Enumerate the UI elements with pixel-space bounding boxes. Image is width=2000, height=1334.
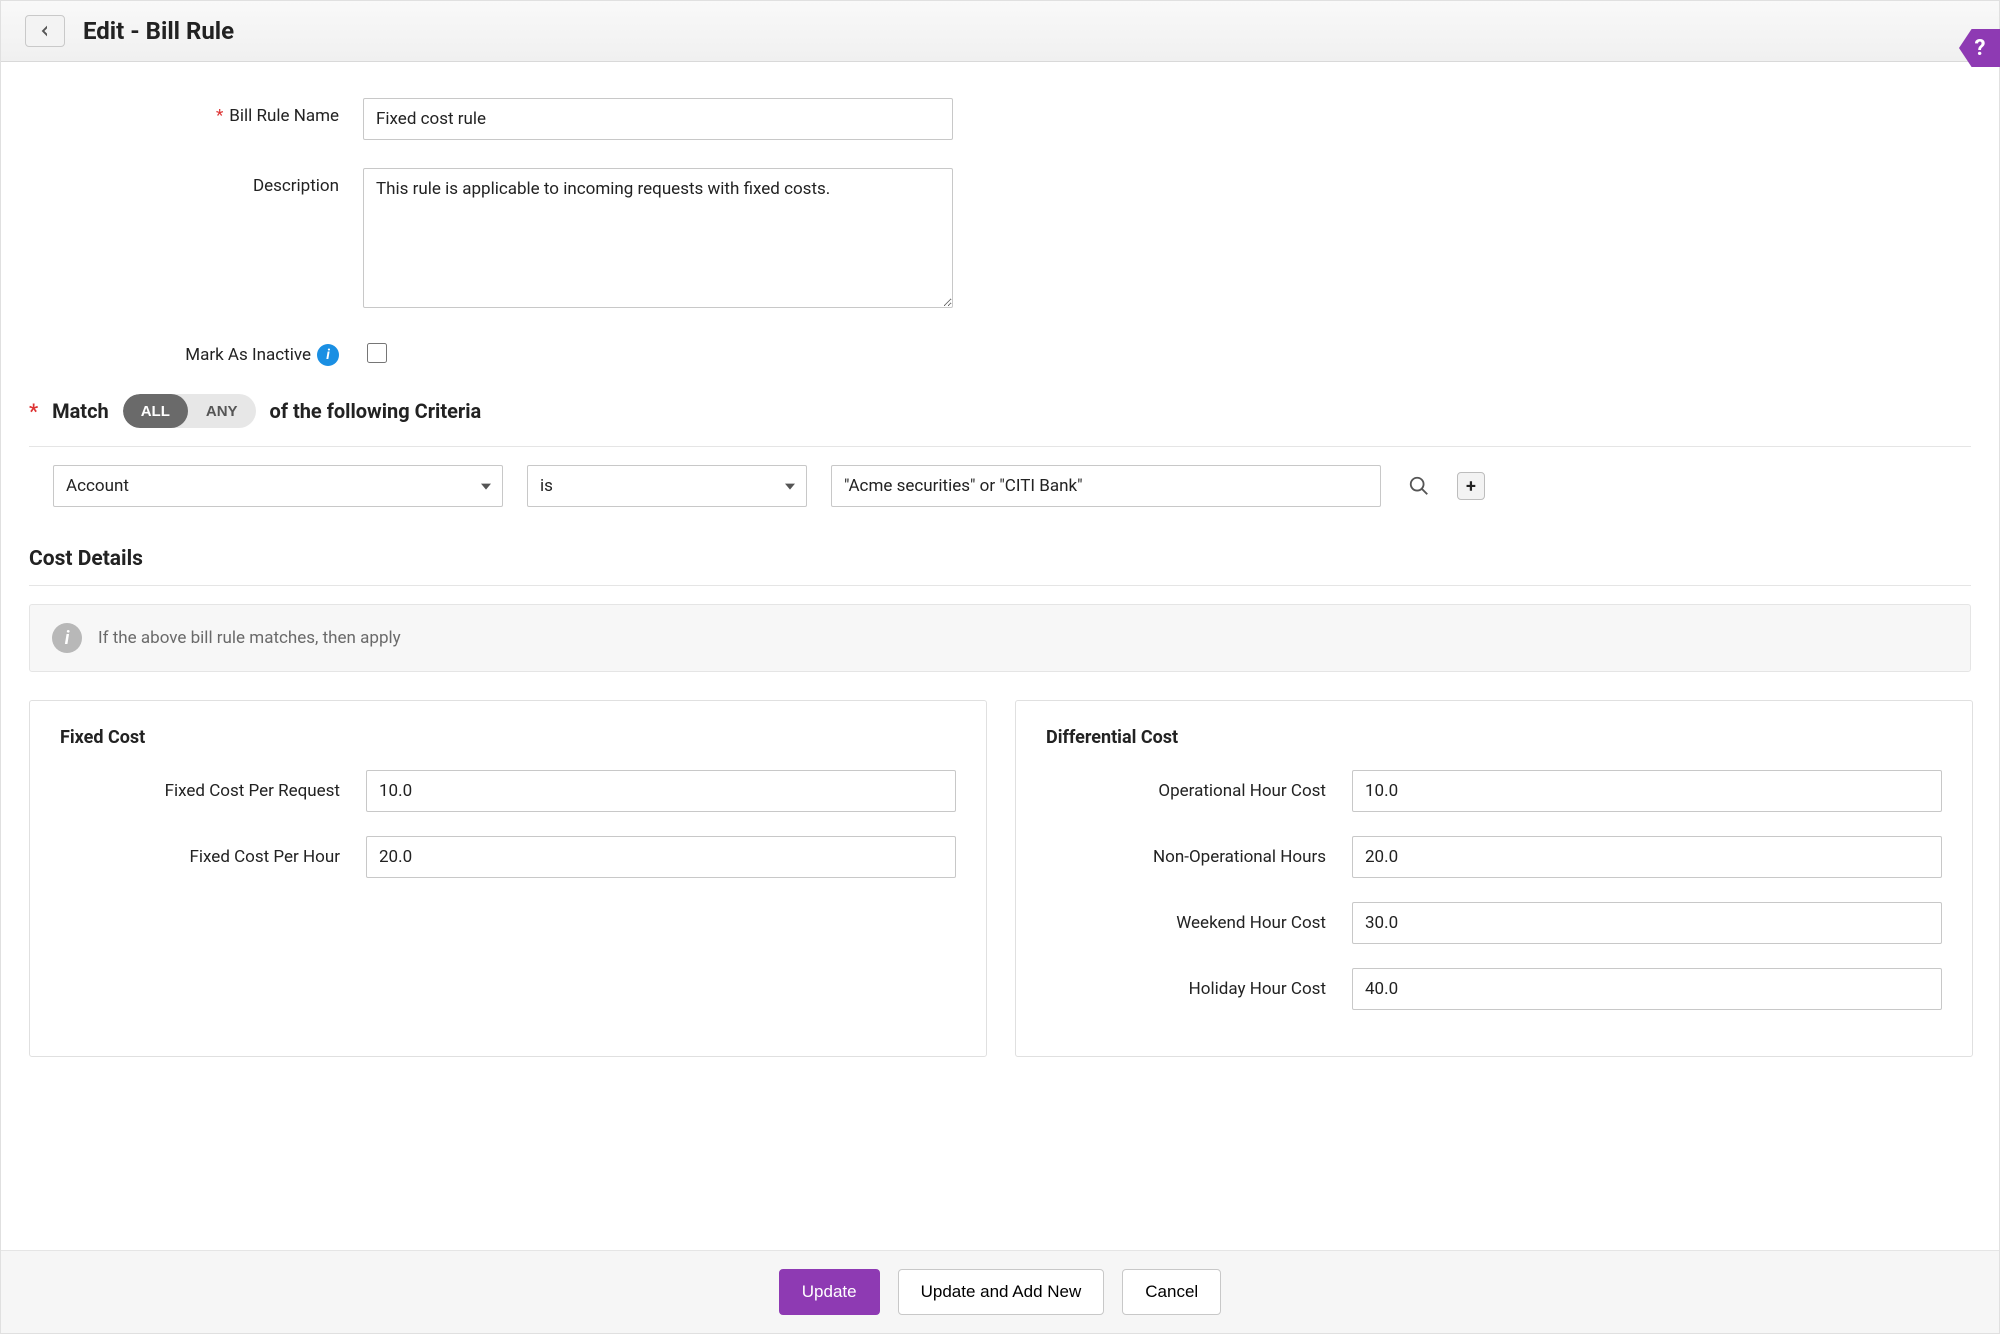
match-mode-toggle: ALL ANY — [123, 394, 256, 428]
differential-cost-title: Differential Cost — [1046, 727, 1942, 748]
cancel-button[interactable]: Cancel — [1122, 1269, 1221, 1315]
cost-details-title: Cost Details — [29, 547, 1971, 571]
match-all-button[interactable]: ALL — [123, 394, 188, 428]
description-textarea[interactable]: This rule is applicable to incoming requ… — [363, 168, 953, 308]
fixed-cost-title: Fixed Cost — [60, 727, 956, 748]
fixed-per-hour-input[interactable] — [366, 836, 956, 878]
name-input[interactable] — [363, 98, 953, 140]
nonop-hour-input[interactable] — [1352, 836, 1942, 878]
inactive-checkbox[interactable] — [367, 343, 387, 363]
divider — [29, 446, 1971, 447]
criteria-operator-select[interactable]: is — [527, 465, 807, 507]
divider — [29, 585, 1971, 586]
back-button[interactable] — [25, 15, 65, 47]
criteria-add-button[interactable]: + — [1457, 472, 1485, 500]
description-label: Description — [99, 168, 339, 196]
fixed-cost-box: Fixed Cost Fixed Cost Per Request Fixed … — [29, 700, 987, 1057]
weekend-hour-input[interactable] — [1352, 902, 1942, 944]
differential-cost-box: Differential Cost Operational Hour Cost … — [1015, 700, 1973, 1057]
info-icon: i — [52, 623, 82, 653]
plus-icon: + — [1466, 476, 1476, 497]
update-button[interactable]: Update — [779, 1269, 880, 1315]
search-icon — [1408, 475, 1430, 497]
help-icon: ? — [1975, 36, 1986, 61]
criteria-search-button[interactable] — [1405, 472, 1433, 500]
weekend-hour-label: Weekend Hour Cost — [1046, 913, 1326, 933]
holiday-hour-label: Holiday Hour Cost — [1046, 979, 1326, 999]
inactive-label: Mark As Inactive i — [99, 336, 339, 366]
fixed-per-request-label: Fixed Cost Per Request — [60, 781, 340, 801]
name-label: * Bill Rule Name — [99, 98, 339, 126]
nonop-hour-label: Non-Operational Hours — [1046, 847, 1326, 867]
criteria-row: Account is + — [29, 465, 1971, 507]
match-any-button[interactable]: ANY — [188, 394, 256, 428]
operational-hour-input[interactable] — [1352, 770, 1942, 812]
operational-hour-label: Operational Hour Cost — [1046, 781, 1326, 801]
page-header: Edit - Bill Rule — [1, 1, 1999, 62]
fixed-per-request-input[interactable] — [366, 770, 956, 812]
cost-info-banner: i If the above bill rule matches, then a… — [29, 604, 1971, 672]
criteria-field-select[interactable]: Account — [53, 465, 503, 507]
arrow-left-icon — [37, 23, 53, 39]
fixed-per-hour-label: Fixed Cost Per Hour — [60, 847, 340, 867]
info-icon[interactable]: i — [317, 344, 339, 366]
update-add-new-button[interactable]: Update and Add New — [898, 1269, 1105, 1315]
footer-actions: Update Update and Add New Cancel — [1, 1250, 1999, 1333]
match-criteria-row: * Match ALL ANY of the following Criteri… — [29, 394, 1971, 428]
holiday-hour-input[interactable] — [1352, 968, 1942, 1010]
page-title: Edit - Bill Rule — [83, 17, 234, 45]
criteria-value-input[interactable] — [831, 465, 1381, 507]
cost-info-text: If the above bill rule matches, then app… — [98, 628, 401, 648]
